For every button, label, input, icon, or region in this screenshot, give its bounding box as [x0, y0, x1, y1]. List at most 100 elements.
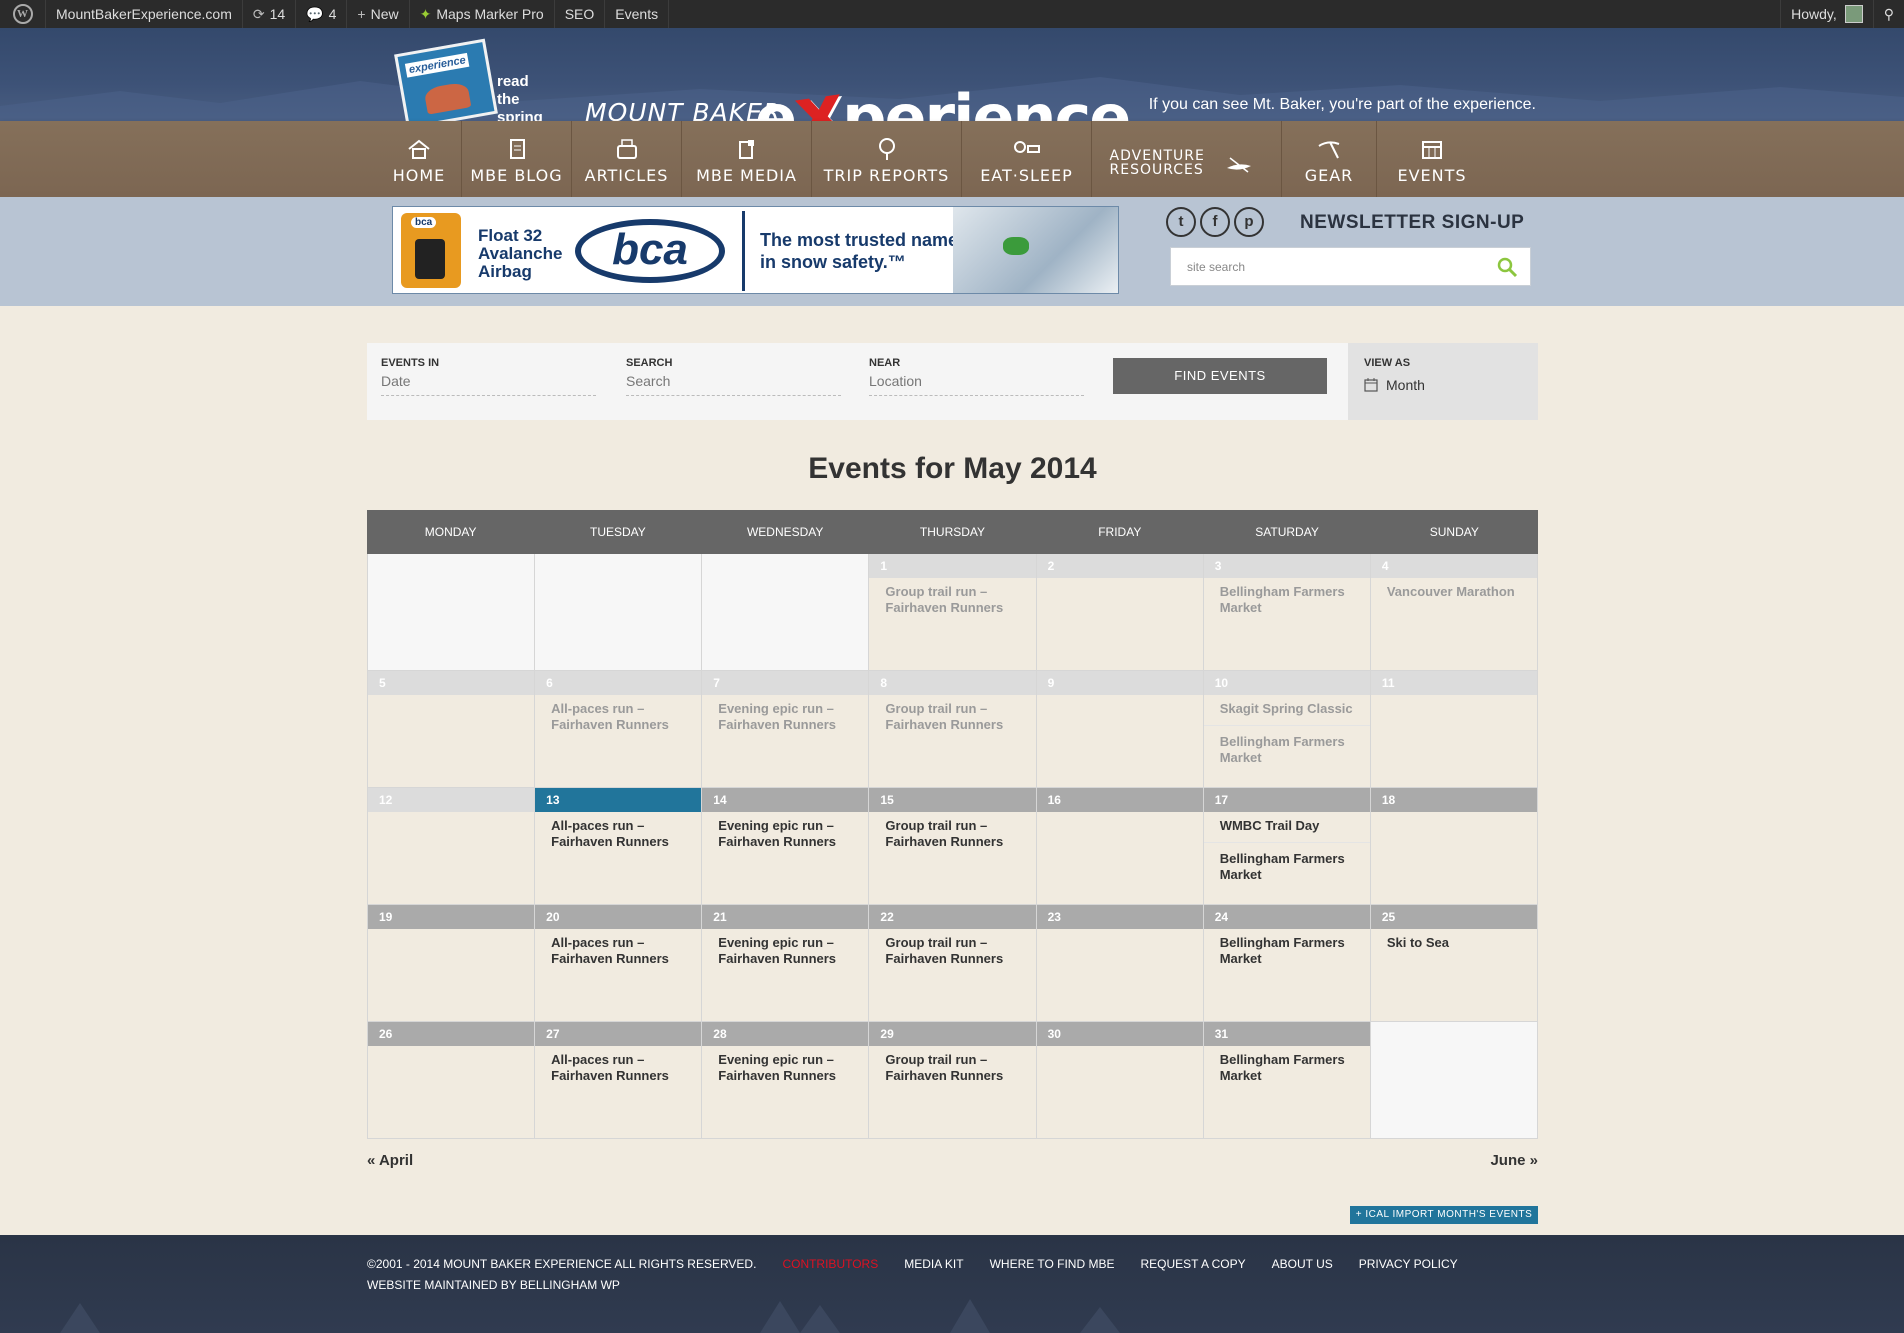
day-number: 1: [869, 554, 1036, 578]
admin-events[interactable]: Events: [605, 0, 670, 28]
main-nav: HOME MBE BLOG ARTICLES MBE MEDIA TRIP REPORT…: [0, 121, 1904, 197]
date-filter-label: EVENTS IN: [381, 357, 440, 369]
nav-item-label: MBE MEDIA: [696, 165, 797, 185]
event-link[interactable]: Group trail run – Fairhaven Runners: [869, 929, 1035, 967]
search-filter-label: SEARCH: [626, 357, 673, 369]
nav-item-mbe-media[interactable]: MBE MEDIA: [682, 121, 812, 197]
footer-link-request-copy[interactable]: REQUEST A COPY: [1140, 1257, 1245, 1271]
calendar-day-cell: 24 Bellingham Farmers Market: [1202, 905, 1370, 1022]
admin-search-icon[interactable]: ⚲: [1872, 0, 1904, 28]
comments-count: 4: [328, 6, 337, 22]
event-link[interactable]: Group trail run – Fairhaven Runners: [869, 1046, 1035, 1084]
event-link[interactable]: Vancouver Marathon: [1371, 578, 1537, 600]
footer-link-where-to-find[interactable]: WHERE TO FIND MBE: [990, 1257, 1115, 1271]
event-link[interactable]: Evening epic run – Fairhaven Runners: [702, 812, 868, 850]
weekday-header: SUNDAY: [1429, 525, 1479, 539]
nav-item-mbe-blog[interactable]: MBE BLOG: [462, 121, 572, 197]
facebook-icon[interactable]: f: [1200, 207, 1230, 237]
calendar-week: 1 Group trail run – Fairhaven Runners 2 3 Be…: [367, 554, 1538, 671]
admin-seo[interactable]: SEO: [555, 0, 606, 28]
nav-item-trip-reports[interactable]: TRIP REPORTS: [812, 121, 962, 197]
nav-item-events[interactable]: EVENTS: [1377, 121, 1487, 197]
site-footer: ©2001 - 2014 MOUNT BAKER EXPERIENCE ALL …: [0, 1235, 1904, 1333]
event-link[interactable]: Bellingham Farmers Market: [1204, 578, 1370, 616]
view-month-option[interactable]: Month: [1364, 377, 1522, 393]
event-link[interactable]: Bellingham Farmers Market: [1204, 929, 1370, 967]
nav-item-adventure-resources[interactable]: ADVENTURE RESOURCES: [1092, 121, 1282, 197]
day-number: 8: [869, 671, 1036, 695]
food-bed-icon: [1013, 138, 1040, 160]
event-filter-bar: EVENTS IN Date SEARCH Search NEAR Locati…: [367, 343, 1538, 420]
footer-link-about[interactable]: ABOUT US: [1272, 1257, 1333, 1271]
event-link[interactable]: Skagit Spring Classic: [1204, 695, 1370, 717]
near-filter[interactable]: NEAR Location: [869, 357, 1084, 396]
admin-howdy[interactable]: Howdy,: [1780, 0, 1873, 28]
admin-updates[interactable]: ⟳ 14: [243, 0, 297, 28]
calendar-day-cell: 31 Bellingham Farmers Market: [1202, 1022, 1370, 1139]
nav-item-gear[interactable]: GEAR: [1282, 121, 1377, 197]
event-link[interactable]: All-paces run – Fairhaven Runners: [535, 812, 701, 850]
pinterest-icon[interactable]: p: [1234, 207, 1264, 237]
location-input[interactable]: Location: [869, 373, 1084, 396]
admin-site-link[interactable]: MountBakerExperience.com: [46, 0, 243, 28]
search-filter[interactable]: SEARCH Search: [626, 357, 841, 396]
event-link[interactable]: Group trail run – Fairhaven Runners: [869, 812, 1035, 850]
event-link[interactable]: Evening epic run – Fairhaven Runners: [702, 695, 868, 733]
media-icon: [734, 138, 760, 160]
site-search-input[interactable]: site search: [1170, 247, 1531, 286]
admin-new[interactable]: + New: [347, 0, 410, 28]
wordpress-logo-icon[interactable]: W: [0, 0, 46, 28]
search-icon[interactable]: [1496, 256, 1518, 278]
footer-links: ©2001 - 2014 MOUNT BAKER EXPERIENCE ALL …: [367, 1257, 1458, 1271]
read-issue-link[interactable]: read the spring issue: [497, 73, 543, 121]
nav-item-home[interactable]: HOME: [377, 121, 462, 197]
event-link[interactable]: Group trail run – Fairhaven Runners: [869, 695, 1035, 733]
date-filter[interactable]: EVENTS IN Date: [381, 357, 596, 396]
ical-import-button[interactable]: + ICAL IMPORT MONTH'S EVENTS: [1350, 1206, 1538, 1224]
nav-item-label: HOME: [392, 165, 446, 185]
event-link[interactable]: Bellingham Farmers Market: [1203, 842, 1370, 883]
next-month-link[interactable]: June »: [1490, 1152, 1538, 1169]
magazine-cover[interactable]: experience: [394, 38, 498, 121]
calendar-icon: [1364, 378, 1378, 392]
nav-item-label: MBE BLOG: [470, 165, 563, 185]
find-events-button[interactable]: FIND EVENTS: [1113, 358, 1327, 394]
weekday-header: MONDAY: [424, 525, 477, 539]
event-link[interactable]: WMBC Trail Day: [1204, 812, 1370, 834]
view-as-selector[interactable]: VIEW AS Month: [1348, 343, 1538, 420]
event-link[interactable]: Evening epic run – Fairhaven Runners: [702, 929, 868, 967]
footer-link-privacy[interactable]: PRIVACY POLICY: [1359, 1257, 1458, 1271]
nav-item-eat-sleep[interactable]: EAT·SLEEP: [962, 121, 1092, 197]
date-input[interactable]: Date: [381, 373, 596, 396]
event-link[interactable]: Bellingham Farmers Market: [1203, 725, 1370, 766]
day-number: 24: [1203, 905, 1370, 929]
event-link[interactable]: Ski to Sea: [1371, 929, 1537, 951]
nav-item-articles[interactable]: ARTICLES: [572, 121, 682, 197]
admin-comments[interactable]: 💬 4: [296, 0, 348, 28]
newsletter-signup-link[interactable]: NEWSLETTER SIGN-UP: [1300, 212, 1524, 234]
footer-link-contributors[interactable]: CONTRIBUTORS: [782, 1257, 878, 1271]
calendar-title: Events for May 2014: [808, 452, 1097, 485]
event-link[interactable]: Bellingham Farmers Market: [1204, 1046, 1370, 1084]
cover-photo: [423, 81, 472, 115]
airbag-image: bca: [401, 213, 461, 288]
calendar-icon: [1419, 138, 1445, 160]
bca-ad-banner[interactable]: bca Float 32 Avalanche Airbag bca The mo…: [392, 206, 1119, 294]
event-link[interactable]: All-paces run – Fairhaven Runners: [535, 929, 701, 967]
prev-month-link[interactable]: « April: [367, 1152, 413, 1169]
new-label: New: [370, 6, 399, 22]
tree-silhouette: [0, 1299, 1904, 1333]
calendar-day-cell: 30: [1035, 1022, 1203, 1139]
event-link[interactable]: Group trail run – Fairhaven Runners: [869, 578, 1035, 616]
twitter-icon[interactable]: t: [1166, 207, 1196, 237]
near-filter-label: NEAR: [869, 357, 901, 369]
event-link[interactable]: All-paces run – Fairhaven Runners: [535, 1046, 701, 1084]
search-input[interactable]: Search: [626, 373, 841, 396]
event-link[interactable]: Evening epic run – Fairhaven Runners: [702, 1046, 868, 1084]
event-link[interactable]: All-paces run – Fairhaven Runners: [535, 695, 701, 733]
nav-item-label: TRIP REPORTS: [823, 165, 950, 185]
admin-maps-marker[interactable]: ✦ Maps Marker Pro: [410, 0, 555, 28]
map-marker-icon: ✦: [419, 5, 432, 22]
day-number: 9: [1036, 671, 1203, 695]
footer-link-media-kit[interactable]: MEDIA KIT: [904, 1257, 963, 1271]
